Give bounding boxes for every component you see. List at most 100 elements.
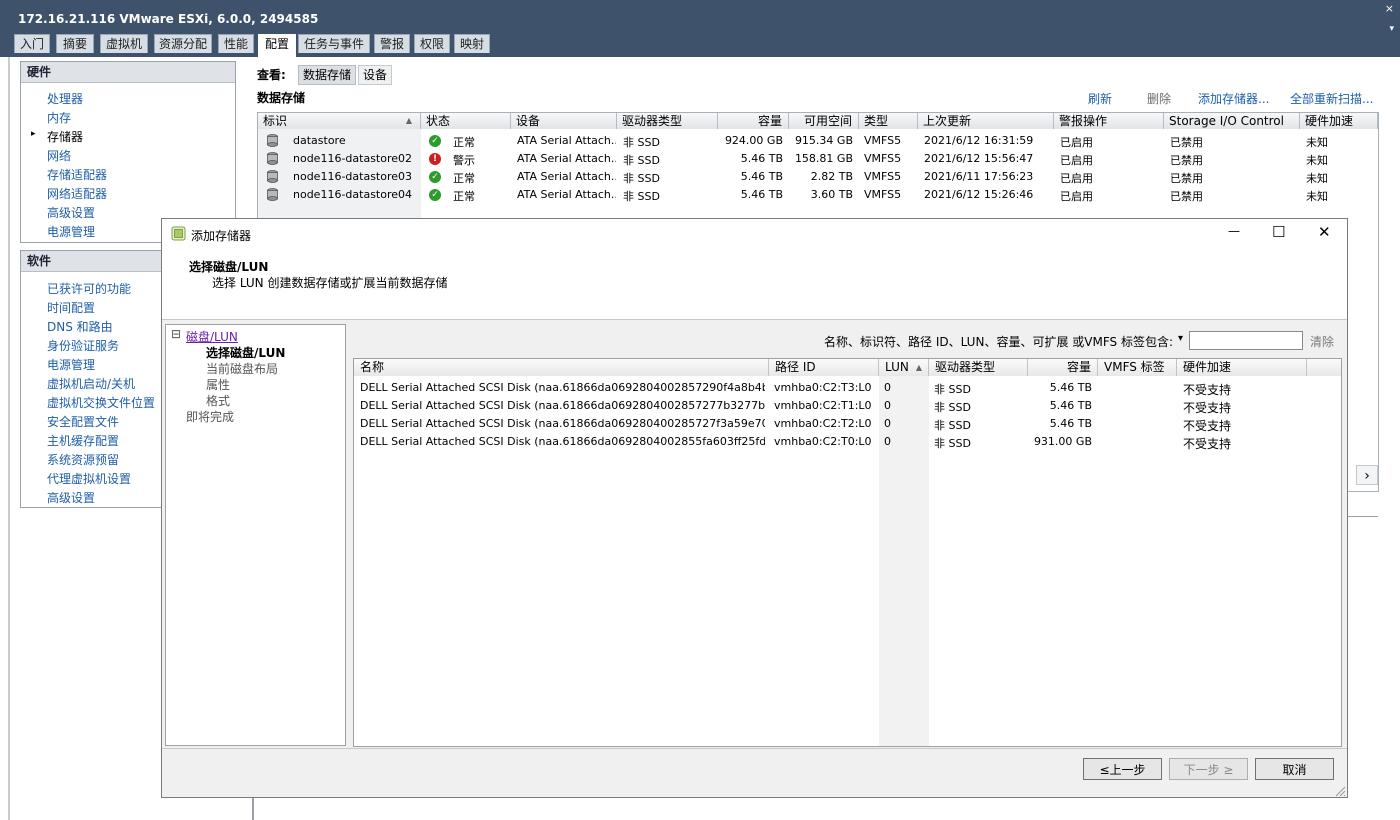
resize-grip-icon[interactable] <box>1334 785 1346 797</box>
sw-host-cache-link[interactable]: 主机缓存配置 <box>47 432 119 449</box>
lun-name: DELL Serial Attached SCSI Disk (naa.6186… <box>360 381 765 394</box>
lun-col-path-id[interactable]: 路径 ID <box>769 359 879 376</box>
sw-agent-vm-link[interactable]: 代理虚拟机设置 <box>47 470 131 487</box>
sw-vm-swapfile-link[interactable]: 虚拟机交换文件位置 <box>47 394 155 411</box>
tab-performance[interactable]: 性能 <box>218 34 254 53</box>
lun-row[interactable]: DELL Serial Attached SCSI Disk (naa.6186… <box>354 396 1341 415</box>
sw-licensed-features-link[interactable]: 已获许可的功能 <box>47 280 131 297</box>
hw-power-management-link[interactable]: 电源管理 <box>47 223 95 240</box>
tab-overflow-icon[interactable]: ▾ <box>1389 24 1394 34</box>
ds-free: 3.60 TB <box>810 188 853 201</box>
lun-col-lun[interactable]: LUN ▲ <box>879 359 929 376</box>
sw-time-config-link[interactable]: 时间配置 <box>47 299 95 316</box>
ds-updated: 2021/6/12 15:56:47 <box>924 152 1034 165</box>
dialog-title: 添加存储器 <box>191 229 252 243</box>
lun-col-capacity[interactable]: 容量 <box>1028 359 1098 376</box>
tab-tasks-events[interactable]: 任务与事件 <box>298 34 370 53</box>
sort-asc-icon: ▲ <box>405 116 412 125</box>
lun-drive-type: 非 SSD <box>934 419 971 432</box>
delete-link[interactable]: 删除 <box>1147 90 1171 107</box>
hw-memory-link[interactable]: 内存 <box>47 109 71 126</box>
lun-grid-header: 名称 路径 ID LUN ▲ 驱动器类型 容量 VMFS 标签 硬件加速 <box>354 359 1341 376</box>
hw-storage-link[interactable]: 存储器 <box>47 128 83 145</box>
lun-row[interactable]: DELL Serial Attached SCSI Disk (naa.6186… <box>354 414 1341 433</box>
ds-alarm: 已启用 <box>1060 154 1093 167</box>
status-warning-icon: ! <box>429 153 441 165</box>
tab-maps[interactable]: 映射 <box>454 34 490 53</box>
ds-drive-type: 非 SSD <box>623 190 660 203</box>
datastore-row[interactable]: node116-datastore02 ! 警示 ATA Serial Atta… <box>258 149 1378 167</box>
sw-resource-reservation-link[interactable]: 系统资源预留 <box>47 451 119 468</box>
dialog-close-icon[interactable]: ✕ <box>1318 223 1331 241</box>
cancel-button[interactable]: 取消 <box>1255 758 1334 780</box>
lun-capacity: 5.46 TB <box>1049 399 1092 412</box>
refresh-link[interactable]: 刷新 <box>1088 90 1112 107</box>
tab-permissions[interactable]: 权限 <box>414 34 450 53</box>
col-sioc[interactable]: Storage I/O Control <box>1164 113 1300 129</box>
lun-row[interactable]: DELL Serial Attached SCSI Disk (naa.6186… <box>354 432 1341 451</box>
lun-drive-type: 非 SSD <box>934 437 971 450</box>
col-free-space[interactable]: 可用空间 <box>789 113 859 129</box>
hw-networking-link[interactable]: 网络 <box>47 147 71 164</box>
col-hw-accel[interactable]: 硬件加速 <box>1300 113 1378 129</box>
lun-col-name[interactable]: 名称 <box>354 359 769 376</box>
hw-storage-adapters-link[interactable]: 存储适配器 <box>47 166 107 183</box>
lun-col-drive-type[interactable]: 驱动器类型 <box>929 359 1028 376</box>
col-capacity[interactable]: 容量 <box>718 113 789 129</box>
tab-vms[interactable]: 虚拟机 <box>100 34 148 53</box>
dialog-maximize-icon[interactable]: ☐ <box>1272 223 1285 241</box>
tab-alarms[interactable]: 警报 <box>374 34 410 53</box>
hw-processors-link[interactable]: 处理器 <box>47 90 83 107</box>
lun-col-vmfs-label[interactable]: VMFS 标签 <box>1098 359 1177 376</box>
lun-path: vmhba0:C2:T1:L0 <box>774 399 872 412</box>
col-alarm-actions[interactable]: 警报操作 <box>1054 113 1164 129</box>
datastore-row[interactable]: datastore ✓ 正常 ATA Serial Attach... 非 SS… <box>258 131 1378 149</box>
tab-summary[interactable]: 摘要 <box>56 34 94 53</box>
view-datastores-button[interactable]: 数据存储 <box>298 65 357 85</box>
dialog-minimize-icon[interactable]: — <box>1228 224 1240 238</box>
col-last-update[interactable]: 上次更新 <box>918 113 1054 129</box>
tab-getting-started[interactable]: 入门 <box>14 34 50 53</box>
col-device[interactable]: 设备 <box>511 113 617 129</box>
filter-input[interactable] <box>1189 331 1303 350</box>
panel-close-icon[interactable]: × <box>1385 2 1394 15</box>
hw-network-adapters-link[interactable]: 网络适配器 <box>47 185 107 202</box>
ds-device: ATA Serial Attach... <box>517 188 616 201</box>
filter-clear-link[interactable]: 清除 <box>1310 333 1334 350</box>
datastore-row[interactable]: node116-datastore04 ✓ 正常 ATA Serial Atta… <box>258 185 1378 203</box>
hw-advanced-settings-link[interactable]: 高级设置 <box>47 204 95 221</box>
back-button[interactable]: ≤上一步 <box>1083 758 1162 780</box>
sw-vm-startup-link[interactable]: 虚拟机启动/关机 <box>47 375 135 392</box>
datastore-icon <box>267 152 278 165</box>
col-identifier[interactable]: 标识 ▲ <box>258 113 421 129</box>
col-drive-type[interactable]: 驱动器类型 <box>617 113 718 129</box>
col-type[interactable]: 类型 <box>859 113 918 129</box>
col-status[interactable]: 状态 <box>421 113 511 129</box>
ds-sioc: 已禁用 <box>1170 154 1203 167</box>
lun-col-hw-accel[interactable]: 硬件加速 <box>1177 359 1307 376</box>
lun-row[interactable]: DELL Serial Attached SCSI Disk (naa.6186… <box>354 378 1341 397</box>
status-ok-icon: ✓ <box>429 171 441 183</box>
tab-configuration[interactable]: 配置 <box>258 34 296 57</box>
sw-dns-routing-link[interactable]: DNS 和路由 <box>47 318 113 335</box>
nav-disk-lun[interactable]: 磁盘/LUN <box>186 328 238 345</box>
filter-dropdown-icon[interactable]: ▾ <box>1178 333 1183 344</box>
nav-select-disk[interactable]: 选择磁盘/LUN <box>206 344 285 361</box>
sw-power-management-link[interactable]: 电源管理 <box>47 356 95 373</box>
datastore-row[interactable]: node116-datastore03 ✓ 正常 ATA Serial Atta… <box>258 167 1378 185</box>
scroll-right-icon[interactable]: › <box>1356 465 1378 485</box>
collapse-icon[interactable]: ⊟ <box>171 327 181 341</box>
view-devices-button[interactable]: 设备 <box>358 65 393 85</box>
ds-status: 正常 <box>453 190 475 203</box>
ds-drive-type: 非 SSD <box>623 154 660 167</box>
next-button[interactable]: 下一步 ≥ <box>1169 758 1248 780</box>
sw-advanced-settings-link[interactable]: 高级设置 <box>47 489 95 506</box>
sw-auth-services-link[interactable]: 身份验证服务 <box>47 337 119 354</box>
add-storage-link[interactable]: 添加存储器... <box>1198 90 1269 107</box>
sw-security-profile-link[interactable]: 安全配置文件 <box>47 413 119 430</box>
current-item-arrow-icon: ▸ <box>31 129 36 139</box>
tab-resource-allocation[interactable]: 资源分配 <box>154 34 212 53</box>
rescan-all-link[interactable]: 全部重新扫描... <box>1290 90 1373 107</box>
ds-hwaccel: 未知 <box>1306 172 1328 185</box>
ds-alarm: 已启用 <box>1060 136 1093 149</box>
